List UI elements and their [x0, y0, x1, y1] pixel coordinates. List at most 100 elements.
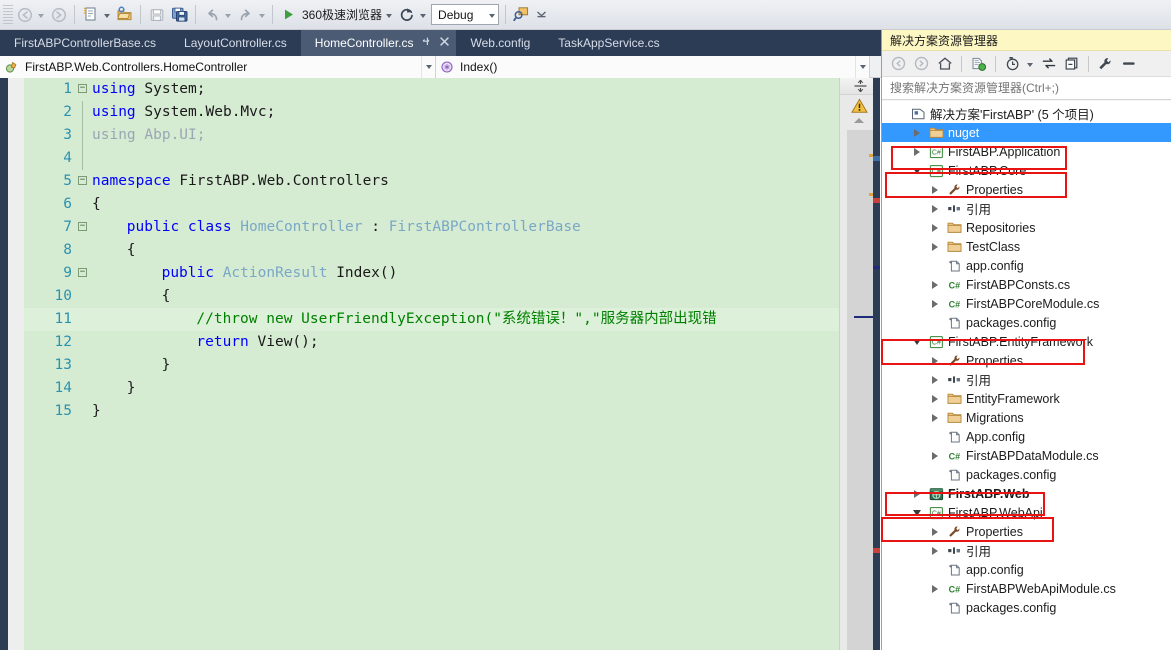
code-line[interactable]: 9− public ActionResult Index()	[24, 262, 839, 285]
navigate-back-dropdown[interactable]	[38, 13, 44, 18]
refresh-button[interactable]	[395, 3, 418, 27]
tree-item[interactable]: C# FirstABP.Application	[882, 142, 1171, 161]
navbar-member-caret[interactable]	[855, 56, 869, 78]
expand-collapse-right-icon[interactable]	[926, 546, 944, 555]
document-tab[interactable]: TaskAppService.cs	[544, 30, 673, 56]
code-line[interactable]: 10 {	[24, 285, 839, 308]
expand-collapse-down-icon[interactable]	[908, 338, 926, 345]
tree-item[interactable]: Properties	[882, 522, 1171, 541]
solution-explorer-tree[interactable]: 解决方案'FirstABP' (5 个项目) nuget C# FirstABP.Ap…	[882, 101, 1171, 650]
tree-item[interactable]: packages.config	[882, 465, 1171, 484]
tree-item[interactable]: app.config	[882, 256, 1171, 275]
se-sync-active-document-button[interactable]	[968, 53, 989, 74]
solution-explorer-search[interactable]	[882, 77, 1171, 100]
tree-item[interactable]: 引用	[882, 199, 1171, 218]
navbar-class-caret[interactable]	[421, 56, 435, 78]
se-pending-changes-filter-button[interactable]	[1002, 53, 1023, 74]
code-line[interactable]: 5− namespace FirstABP.Web.Controllers	[24, 170, 839, 193]
code-line[interactable]: 2 using System.Web.Mvc;	[24, 101, 839, 124]
se-preview-selected-items-button[interactable]	[1118, 53, 1139, 74]
tree-item[interactable]: C# FirstABPConsts.cs	[882, 275, 1171, 294]
se-filter-dropdown-caret[interactable]	[1027, 62, 1033, 67]
redo-button[interactable]	[234, 3, 257, 27]
navigate-forward-button[interactable]	[47, 3, 70, 27]
code-line[interactable]: 4	[24, 147, 839, 170]
debug-target-label[interactable]: 360极速浏览器	[300, 6, 384, 23]
pin-tab-icon[interactable]	[421, 36, 432, 50]
document-tab[interactable]: Web.config	[456, 30, 544, 56]
save-button[interactable]	[145, 3, 168, 27]
tree-item[interactable]: Properties	[882, 351, 1171, 370]
fold-collapse-icon[interactable]: −	[78, 84, 87, 93]
expand-collapse-right-icon[interactable]	[926, 185, 944, 194]
se-properties-button[interactable]	[1095, 53, 1116, 74]
tree-item[interactable]: TestClass	[882, 237, 1171, 256]
tree-item[interactable]: 解决方案'FirstABP' (5 个项目)	[882, 104, 1171, 123]
tree-item[interactable]: FirstABP.Web	[882, 484, 1171, 503]
tree-item[interactable]: C# FirstABPDataModule.cs	[882, 446, 1171, 465]
fold-collapse-icon[interactable]: −	[78, 176, 87, 185]
undo-button[interactable]	[200, 3, 223, 27]
tree-item[interactable]: 引用	[882, 541, 1171, 560]
close-tab-icon[interactable]	[439, 36, 450, 50]
se-back-button[interactable]	[888, 53, 909, 74]
expand-collapse-right-icon[interactable]	[926, 204, 944, 213]
code-line[interactable]: 6{	[24, 193, 839, 216]
tree-item[interactable]: Properties	[882, 180, 1171, 199]
se-refresh-button[interactable]	[1038, 53, 1059, 74]
editor-warning-indicator[interactable]	[851, 98, 868, 117]
start-debug-button[interactable]	[277, 3, 300, 27]
expand-collapse-right-icon[interactable]	[926, 413, 944, 422]
tree-item[interactable]: App.config	[882, 427, 1171, 446]
code-line[interactable]: 12 return View();	[24, 331, 839, 354]
expand-collapse-down-icon[interactable]	[908, 509, 926, 516]
editor-vertical-scrollbar[interactable]	[839, 78, 880, 650]
open-file-button[interactable]	[113, 3, 136, 27]
se-forward-button[interactable]	[911, 53, 932, 74]
tree-item[interactable]: packages.config	[882, 313, 1171, 332]
tree-item[interactable]: C# FirstABP.EntityFramework	[882, 332, 1171, 351]
solution-configuration-combo[interactable]: Debug	[431, 4, 500, 25]
expand-collapse-right-icon[interactable]	[926, 451, 944, 460]
scroll-up-arrow-icon[interactable]	[854, 118, 864, 123]
fold-collapse-icon[interactable]: −	[78, 222, 87, 231]
tree-item[interactable]: C# FirstABPCoreModule.cs	[882, 294, 1171, 313]
editor-scroll-track[interactable]	[847, 130, 880, 650]
se-home-button[interactable]	[934, 53, 955, 74]
expand-collapse-right-icon[interactable]	[926, 223, 944, 232]
tree-item[interactable]: C# FirstABP.Core	[882, 161, 1171, 180]
expand-collapse-right-icon[interactable]	[926, 375, 944, 384]
tree-item[interactable]: Migrations	[882, 408, 1171, 427]
document-tab[interactable]: FirstABPControllerBase.cs	[0, 30, 170, 56]
navbar-class-dropdown[interactable]: FirstABP.Web.Controllers.HomeController	[0, 56, 436, 78]
code-line[interactable]: 11 //throw new UserFriendlyException("系统错…	[24, 308, 839, 331]
tree-item[interactable]: Repositories	[882, 218, 1171, 237]
new-item-dropdown[interactable]	[104, 13, 110, 18]
expand-collapse-right-icon[interactable]	[908, 489, 926, 498]
tree-item[interactable]: EntityFramework	[882, 389, 1171, 408]
navigate-back-button[interactable]	[13, 3, 36, 27]
code-line[interactable]: 3 using Abp.UI;	[24, 124, 839, 147]
expand-collapse-right-icon[interactable]	[908, 128, 926, 137]
code-line[interactable]: 7− public class HomeController : FirstABP…	[24, 216, 839, 239]
expand-collapse-right-icon[interactable]	[926, 299, 944, 308]
find-in-files-button[interactable]	[510, 3, 533, 27]
debug-target-dropdown[interactable]	[386, 13, 393, 18]
code-line[interactable]: 14}	[24, 377, 839, 400]
tree-item[interactable]: packages.config	[882, 598, 1171, 617]
tree-item[interactable]: C# FirstABPWebApiModule.cs	[882, 579, 1171, 598]
document-tab[interactable]: HomeController.cs	[300, 30, 457, 56]
code-text-area[interactable]: 1− using System; 2 using System.Web.Mvc; 3 us…	[24, 78, 839, 650]
expand-collapse-right-icon[interactable]	[926, 242, 944, 251]
tree-item[interactable]: C# FirstABP.WebApi	[882, 503, 1171, 522]
tree-item[interactable]: app.config	[882, 560, 1171, 579]
expand-collapse-right-icon[interactable]	[926, 394, 944, 403]
expand-collapse-right-icon[interactable]	[908, 147, 926, 156]
expand-collapse-right-icon[interactable]	[926, 584, 944, 593]
refresh-dropdown[interactable]	[420, 13, 427, 18]
undo-dropdown[interactable]	[225, 13, 231, 18]
se-collapse-all-button[interactable]	[1061, 53, 1082, 74]
code-line[interactable]: 13}	[24, 354, 839, 377]
search-input[interactable]	[890, 81, 1160, 95]
redo-dropdown[interactable]	[259, 13, 265, 18]
